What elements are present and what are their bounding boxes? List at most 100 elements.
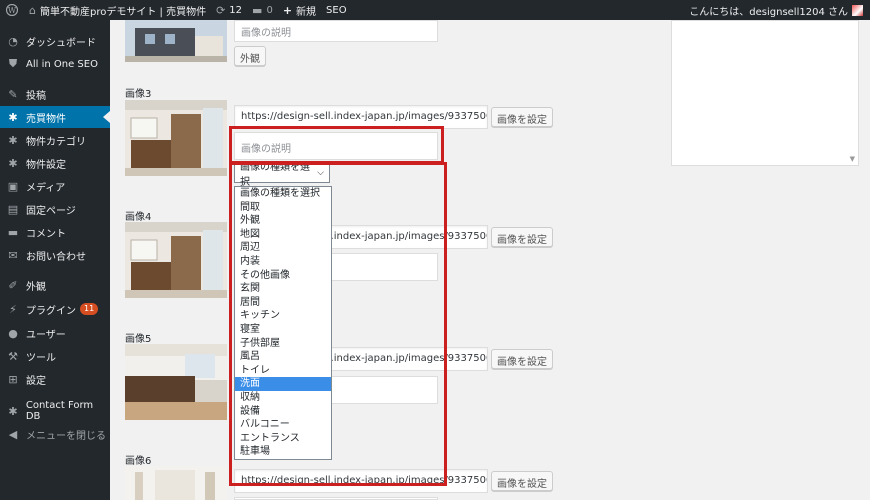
greeting: こんにちは、designsell1204 さん — [689, 6, 848, 18]
comments-count: 0 — [266, 4, 273, 16]
sidebar-item-contact-form-db[interactable]: ✱ Contact Form DB — [0, 400, 110, 422]
sidebar-item-label: コメント — [26, 228, 66, 240]
dropdown-option[interactable]: 収納 — [235, 391, 331, 405]
sidebar-item-label: Contact Form DB — [25, 400, 94, 422]
dropdown-option[interactable]: キッチン — [235, 309, 331, 323]
button-label: 画像を設定 — [497, 235, 547, 246]
dropdown-option[interactable]: トイレ — [235, 364, 331, 378]
sidebar-item-label: メニューを閉じる — [26, 430, 106, 442]
sidebar-item-contact[interactable]: ✉ お問い合わせ — [0, 244, 110, 266]
image-type-button[interactable]: 外観 — [234, 46, 266, 66]
sidebar-item-property-category[interactable]: ✱ 物件カテゴリ — [0, 129, 110, 151]
sidebar-item-posts[interactable]: ✎ 投稿 — [0, 83, 110, 105]
plus-icon: + — [282, 3, 293, 17]
sidebar-item-label: 物件カテゴリ — [26, 136, 86, 148]
media-icon: ▣ — [7, 179, 19, 193]
sidebar-item-plugins[interactable]: ⚡ プラグイン 11 — [0, 298, 110, 320]
seo-link[interactable]: SEO — [321, 0, 352, 20]
sidebar-item-sale-properties[interactable]: ✱ 売買物件 — [0, 106, 110, 128]
dropdown-option-highlighted[interactable]: 洗面 — [235, 377, 331, 391]
seo-label: SEO — [326, 4, 347, 16]
new-label: 新規 — [296, 6, 317, 18]
dropdown-option[interactable]: 外観 — [235, 214, 331, 228]
dropdown-option[interactable]: その他画像 — [235, 269, 331, 283]
svg-text:W: W — [8, 6, 17, 15]
dropdown-option[interactable]: 設備 — [235, 405, 331, 419]
sidebar-item-media[interactable]: ▣ メディア — [0, 175, 110, 197]
admin-bar: W ⌂ 簡単不動産proデモサイト | 売買物件 ⟳ 12 ▬ 0 + 新規 S… — [0, 0, 870, 20]
site-name-link[interactable]: ⌂ 簡単不動産proデモサイト | 売買物件 — [24, 0, 211, 20]
avatar — [852, 4, 863, 16]
image-6-thumbnail — [125, 466, 227, 500]
button-label: 外観 — [240, 54, 260, 65]
dropdown-option[interactable]: 居間 — [235, 296, 331, 310]
dropdown-option[interactable]: 地図 — [235, 228, 331, 242]
sidebar-item-all-in-one-seo[interactable]: ⛊ All in One SEO — [0, 53, 110, 75]
sidebar-item-label: 固定ページ — [26, 205, 76, 217]
url-value: https://design-sell.index-japan.jp/image… — [241, 111, 488, 122]
sidebar-item-users[interactable]: ● ユーザー — [0, 322, 110, 344]
comments-link[interactable]: ▬ 0 — [247, 0, 278, 20]
dropdown-option[interactable]: 内装 — [235, 255, 331, 269]
sidebar-item-label: 外観 — [26, 281, 46, 293]
dropdown-option[interactable]: バルコニー — [235, 418, 331, 432]
sidebar-item-pages[interactable]: ▤ 固定ページ — [0, 198, 110, 220]
comment-icon: ▬ — [7, 225, 19, 239]
updates-count: 12 — [229, 4, 243, 16]
sidebar-item-label: ダッシュボード — [26, 37, 96, 49]
image-type-dropdown-list[interactable]: 画像の種類を選択 間取 外観 地図 周辺 内装 その他画像 玄関 居間 キッチン… — [234, 186, 332, 460]
gear-icon: ✱ — [8, 156, 18, 170]
dropdown-option[interactable]: 寝室 — [235, 323, 331, 337]
dashboard-icon: ◔ — [8, 34, 18, 48]
collapse-menu-button[interactable]: ◀ メニューを閉じる — [0, 423, 110, 445]
dropdown-option[interactable]: 駐車場 — [235, 445, 331, 459]
sidebar-item-label: 物件設定 — [26, 159, 66, 171]
sidebar-item-settings[interactable]: ⊞ 設定 — [0, 368, 110, 390]
sidebar-item-dashboard[interactable]: ◔ ダッシュボード — [0, 30, 110, 52]
sidebar-item-label: 売買物件 — [26, 113, 66, 125]
image-thumbnail — [125, 20, 227, 62]
site-name: 簡単不動産proデモサイト | 売買物件 — [39, 6, 207, 18]
sidebar-item-tools[interactable]: ⚒ ツール — [0, 345, 110, 367]
home-icon: ⌂ — [29, 3, 36, 17]
sidebar-item-property-settings[interactable]: ✱ 物件設定 — [0, 152, 110, 174]
dropdown-option[interactable]: 画像の種類を選択 — [235, 187, 331, 201]
my-account-link[interactable]: こんにちは、designsell1204 さん — [684, 0, 870, 20]
sidebar-item-appearance[interactable]: ✐ 外観 — [0, 274, 110, 296]
image-6-label: 画像6 — [125, 456, 152, 467]
wp-logo-menu[interactable]: W — [0, 0, 24, 20]
side-textarea[interactable]: ▼ — [671, 20, 859, 166]
placeholder-text: 画像の説明 — [241, 28, 291, 39]
image-6-set-button[interactable]: 画像を設定 — [491, 471, 553, 491]
gear-icon: ✱ — [8, 110, 18, 124]
user-icon: ● — [8, 326, 18, 340]
page-icon: ▤ — [7, 202, 19, 216]
image-5-thumbnail — [125, 344, 227, 420]
image-4-label: 画像4 — [125, 212, 152, 223]
image-5-set-button[interactable]: 画像を設定 — [491, 349, 553, 369]
main-content: 画像の説明 外観 ▼ 画像3 https://design-sell.index… — [110, 20, 870, 500]
pin-icon: ✎ — [8, 87, 18, 101]
dropdown-option[interactable]: 玄関 — [235, 282, 331, 296]
shield-icon: ⛊ — [8, 57, 18, 70]
image-4-set-button[interactable]: 画像を設定 — [491, 227, 553, 247]
dropdown-option[interactable]: 周辺 — [235, 241, 331, 255]
sidebar-item-comments[interactable]: ▬ コメント — [0, 221, 110, 243]
updates-link[interactable]: ⟳ 12 — [211, 0, 247, 20]
gear-icon: ✱ — [8, 404, 18, 418]
plugin-update-badge: 11 — [80, 303, 99, 315]
button-label: 画像を設定 — [497, 115, 547, 126]
image-3-set-button[interactable]: 画像を設定 — [491, 107, 553, 127]
dropdown-option[interactable]: エントランス — [235, 432, 331, 446]
image-description-field[interactable]: 画像の説明 — [234, 20, 438, 42]
scroll-down-icon: ▼ — [849, 155, 855, 163]
settings-icon: ⊞ — [8, 372, 18, 386]
sidebar-item-label: 設定 — [26, 375, 46, 387]
image-3-label: 画像3 — [125, 89, 152, 100]
button-label: 画像を設定 — [497, 479, 547, 490]
dropdown-option[interactable]: 風呂 — [235, 350, 331, 364]
wrench-icon: ⚒ — [8, 349, 18, 363]
dropdown-option[interactable]: 子供部屋 — [235, 337, 331, 351]
new-content-link[interactable]: + 新規 — [278, 0, 321, 20]
dropdown-option[interactable]: 間取 — [235, 201, 331, 215]
